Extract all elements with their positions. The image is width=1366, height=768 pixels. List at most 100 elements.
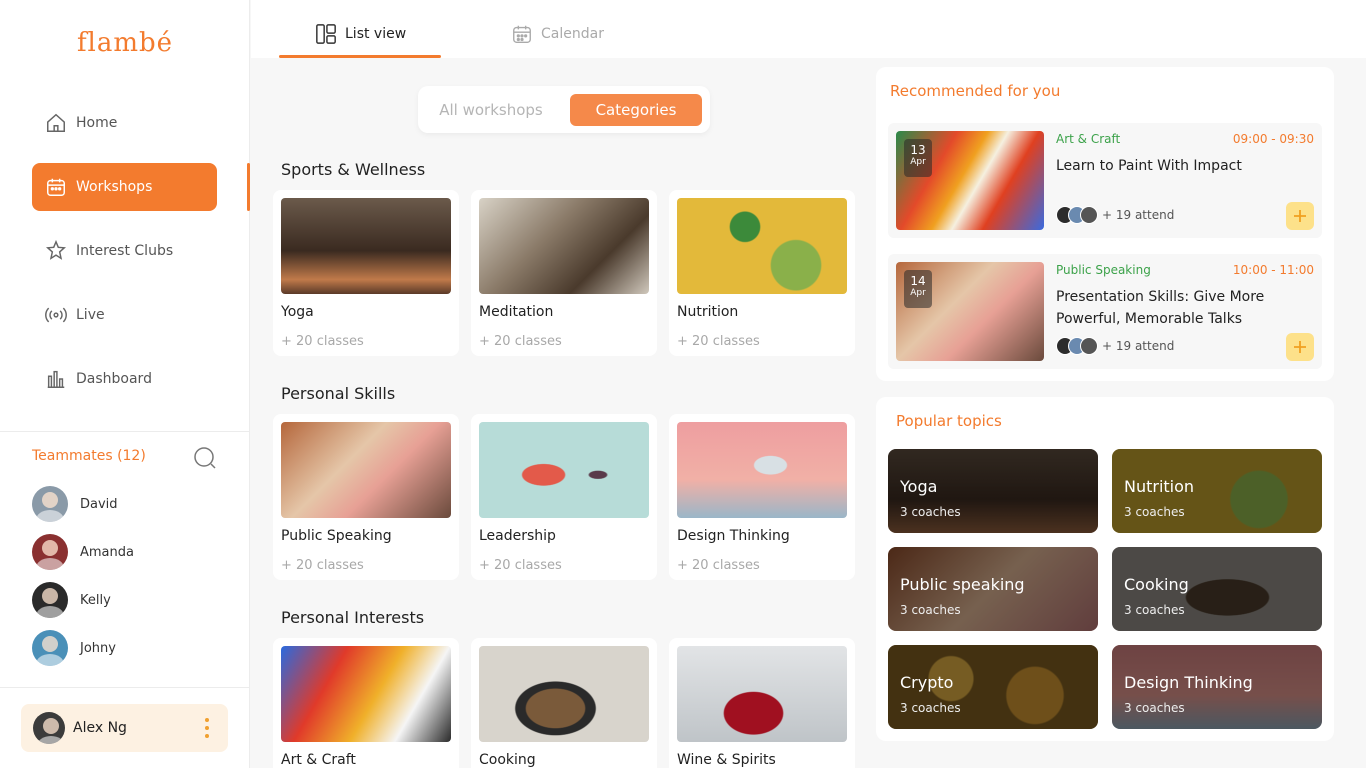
class-count: + 20 classes	[677, 334, 760, 349]
popular-topics-title: Popular topics	[896, 412, 1002, 430]
tab-list-view[interactable]: List view	[315, 20, 406, 48]
nav-home[interactable]: Home	[32, 99, 217, 147]
nav-dashboard-label: Dashboard	[76, 371, 152, 387]
category-image	[677, 198, 847, 294]
recommended-title: Recommended for you	[890, 82, 1061, 100]
workshop-image: 13 Apr	[896, 131, 1044, 230]
popular-topics-panel: Popular topics Yoga 3 coaches Nutrition …	[876, 397, 1334, 741]
avatar	[1080, 337, 1098, 355]
workshop-filter-toggle: All workshops Categories	[418, 86, 710, 133]
category-card-design-thinking[interactable]: Design Thinking + 20 classes	[669, 414, 855, 580]
category-card-public-speaking[interactable]: Public Speaking + 20 classes	[273, 414, 459, 580]
nav-active-indicator	[247, 163, 250, 211]
section-title: Personal Interests	[281, 608, 425, 627]
category-name: Public Speaking	[281, 528, 392, 544]
more-options-icon[interactable]	[204, 718, 210, 738]
category-image	[479, 198, 649, 294]
workshop-time: 10:00 - 11:00	[1232, 263, 1314, 277]
avatar	[32, 534, 68, 570]
categories-button[interactable]: Categories	[570, 94, 702, 126]
category-name: Meditation	[479, 304, 554, 320]
coach-count: 3 coaches	[1124, 603, 1185, 617]
bar-chart-icon	[44, 367, 68, 391]
attend-count: + 19 attend	[1102, 339, 1175, 353]
active-tab-underline	[279, 55, 441, 58]
topic-name: Design Thinking	[1124, 673, 1253, 692]
nav-interest-clubs-label: Interest Clubs	[76, 243, 174, 259]
category-card-nutrition[interactable]: Nutrition + 20 classes	[669, 190, 855, 356]
topic-name: Cooking	[1124, 575, 1189, 594]
workshop-category: Art & Craft	[1056, 132, 1121, 146]
category-name: Wine & Spirits	[677, 752, 776, 768]
coach-count: 3 coaches	[900, 701, 961, 715]
category-image	[479, 422, 649, 518]
topic-card-public-speaking[interactable]: Public speaking 3 coaches	[888, 547, 1098, 631]
recommended-workshop[interactable]: 14 Apr Public Speaking 10:00 - 11:00 Pre…	[888, 254, 1322, 369]
avatar	[32, 486, 68, 522]
workshop-image: 14 Apr	[896, 262, 1044, 361]
star-badge-icon	[44, 239, 68, 263]
category-image	[281, 646, 451, 742]
view-tabs: List view Calendar	[251, 0, 1366, 58]
nav-workshops[interactable]: Workshops	[32, 163, 217, 211]
nav-interest-clubs[interactable]: Interest Clubs	[32, 227, 217, 275]
profile-name: Alex Ng	[73, 720, 127, 736]
nav-dashboard[interactable]: Dashboard	[32, 355, 217, 403]
avatar	[32, 582, 68, 618]
profile-card[interactable]: Alex Ng	[21, 704, 228, 752]
topic-card-nutrition[interactable]: Nutrition 3 coaches	[1112, 449, 1322, 533]
category-name: Yoga	[281, 304, 314, 320]
teammate-name: David	[80, 496, 118, 512]
category-name: Cooking	[479, 752, 536, 768]
category-card-cooking[interactable]: Cooking	[471, 638, 657, 768]
category-image	[479, 646, 649, 742]
class-count: + 20 classes	[479, 558, 562, 573]
category-card-yoga[interactable]: Yoga + 20 classes	[273, 190, 459, 356]
avatar	[1080, 206, 1098, 224]
calendar-icon	[511, 23, 533, 45]
teammates-title[interactable]: Teammates (12)	[32, 448, 146, 464]
category-card-meditation[interactable]: Meditation + 20 classes	[471, 190, 657, 356]
category-name: Art & Craft	[281, 752, 356, 768]
topic-name: Yoga	[900, 477, 938, 496]
add-workshop-button[interactable]	[1286, 202, 1314, 230]
recommended-workshop[interactable]: 13 Apr Art & Craft 09:00 - 09:30 Learn t…	[888, 123, 1322, 238]
category-card-art-craft[interactable]: Art & Craft	[273, 638, 459, 768]
topic-card-design-thinking[interactable]: Design Thinking 3 coaches	[1112, 645, 1322, 729]
plus-icon	[1294, 210, 1306, 222]
sidebar: flambé Home Workshops Interest Clubs Liv…	[0, 0, 250, 768]
attendees: + 19 attend	[1056, 206, 1174, 224]
search-icon[interactable]	[193, 446, 217, 470]
section-title: Personal Skills	[281, 384, 396, 403]
topic-card-yoga[interactable]: Yoga 3 coaches	[888, 449, 1098, 533]
coach-count: 3 coaches	[900, 603, 961, 617]
topic-name: Public speaking	[900, 575, 1025, 594]
class-count: + 20 classes	[479, 334, 562, 349]
app-logo[interactable]: flambé	[0, 28, 250, 58]
section-title: Sports & Wellness	[281, 160, 426, 179]
attend-count: + 19 attend	[1102, 208, 1175, 222]
teammate-item[interactable]: Johny	[32, 630, 116, 666]
nav-workshops-label: Workshops	[76, 179, 153, 195]
class-count: + 20 classes	[281, 558, 364, 573]
teammate-name: Amanda	[80, 544, 134, 560]
teammate-item[interactable]: David	[32, 486, 118, 522]
divider	[0, 687, 250, 688]
nav-live[interactable]: Live	[32, 291, 217, 339]
topic-card-cooking[interactable]: Cooking 3 coaches	[1112, 547, 1322, 631]
teammate-name: Johny	[80, 640, 116, 656]
tab-calendar[interactable]: Calendar	[511, 20, 604, 48]
category-card-wine-spirits[interactable]: Wine & Spirits	[669, 638, 855, 768]
topic-card-crypto[interactable]: Crypto 3 coaches	[888, 645, 1098, 729]
recommended-panel: Recommended for you 13 Apr Art & Craft 0…	[876, 67, 1334, 381]
category-image	[281, 198, 451, 294]
workshop-title: Learn to Paint With Impact	[1056, 158, 1242, 174]
category-image	[281, 422, 451, 518]
avatar	[33, 712, 65, 744]
add-workshop-button[interactable]	[1286, 333, 1314, 361]
category-name: Leadership	[479, 528, 556, 544]
all-workshops-button[interactable]: All workshops	[428, 94, 554, 126]
category-card-leadership[interactable]: Leadership + 20 classes	[471, 414, 657, 580]
teammate-item[interactable]: Amanda	[32, 534, 134, 570]
teammate-item[interactable]: Kelly	[32, 582, 111, 618]
